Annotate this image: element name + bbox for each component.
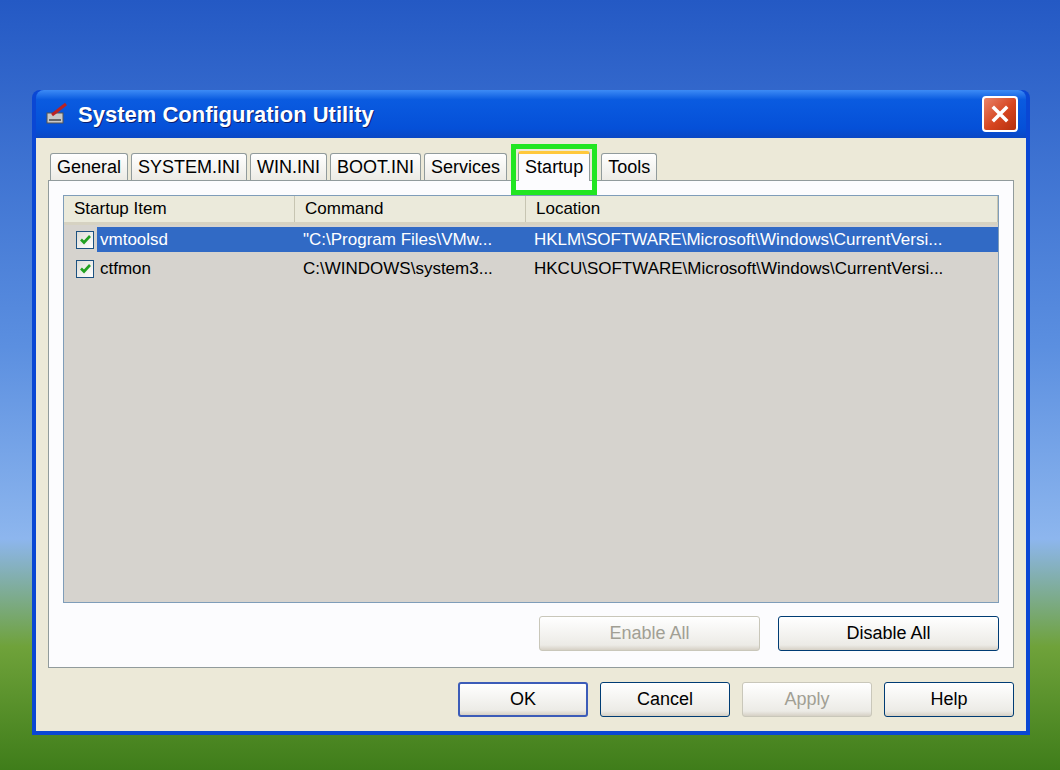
tab[interactable]: Services	[424, 153, 507, 180]
table-row[interactable]: vmtoolsd"C:\Program Files\VMw...HKLM\SOF…	[64, 225, 998, 254]
window-title: System Configuration Utility	[78, 98, 974, 131]
cell: "C:\Program Files\VMw...	[295, 227, 526, 252]
check-icon	[79, 233, 92, 246]
column-header[interactable]: Location	[526, 196, 998, 222]
list-header: Startup ItemCommandLocation	[64, 196, 998, 225]
list-buttons: Enable All Disable All	[63, 616, 999, 651]
column-header[interactable]: Startup Item	[64, 196, 295, 222]
tab[interactable]: Tools	[601, 153, 657, 180]
close-button[interactable]	[982, 96, 1018, 132]
startup-list: Startup ItemCommandLocationvmtoolsd"C:\P…	[63, 195, 999, 603]
checkbox[interactable]	[76, 260, 94, 278]
button[interactable]: OK	[458, 682, 588, 717]
desktop: System Configuration Utility GeneralSYSTE…	[0, 0, 1060, 770]
tab[interactable]: General	[50, 153, 128, 180]
app-icon	[44, 101, 70, 127]
button[interactable]: Cancel	[600, 682, 730, 717]
button[interactable]: Disable All	[778, 616, 999, 651]
button[interactable]: Help	[884, 682, 1014, 717]
cell: ctfmon	[97, 256, 295, 281]
tab-strip: GeneralSYSTEM.INIWIN.INIBOOT.INIServices…	[48, 150, 1014, 180]
table-row[interactable]: ctfmonC:\WINDOWS\system3...HKCU\SOFTWARE…	[64, 254, 998, 283]
window-body: GeneralSYSTEM.INIWIN.INIBOOT.INIServices…	[36, 138, 1026, 731]
check-icon	[79, 262, 92, 275]
tab[interactable]: SYSTEM.INI	[131, 153, 247, 180]
tab-panel: Startup ItemCommandLocationvmtoolsd"C:\P…	[48, 180, 1014, 668]
checkbox[interactable]	[76, 231, 94, 249]
cell: HKLM\SOFTWARE\Microsoft\Windows\CurrentV…	[526, 227, 998, 252]
tab[interactable]: Startup	[518, 151, 590, 181]
cell: vmtoolsd	[97, 227, 295, 252]
tab[interactable]: BOOT.INI	[330, 153, 421, 180]
cell: C:\WINDOWS\system3...	[295, 256, 526, 281]
tab[interactable]: WIN.INI	[250, 153, 327, 180]
close-icon	[990, 104, 1010, 124]
button[interactable]: Enable All	[539, 616, 760, 651]
dialog-buttons: OK Cancel Apply Help	[48, 682, 1014, 717]
button[interactable]: Apply	[742, 682, 872, 717]
window: System Configuration Utility GeneralSYSTE…	[32, 90, 1030, 735]
cell: HKCU\SOFTWARE\Microsoft\Windows\CurrentV…	[526, 256, 998, 281]
title-bar[interactable]: System Configuration Utility	[36, 90, 1026, 138]
column-header[interactable]: Command	[295, 196, 526, 222]
